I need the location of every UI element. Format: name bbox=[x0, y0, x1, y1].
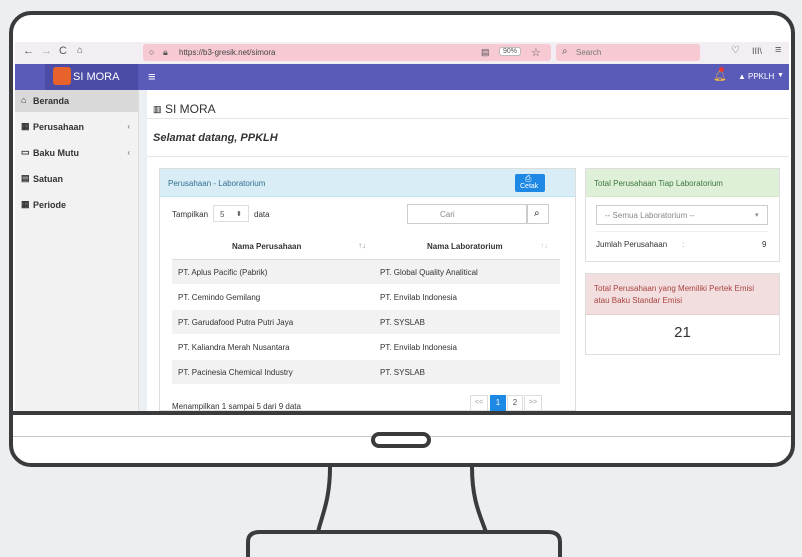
stand-base bbox=[246, 530, 562, 557]
monitor-stand bbox=[246, 466, 562, 557]
stand-left-edge bbox=[316, 466, 332, 533]
stand-right-edge bbox=[470, 466, 488, 533]
